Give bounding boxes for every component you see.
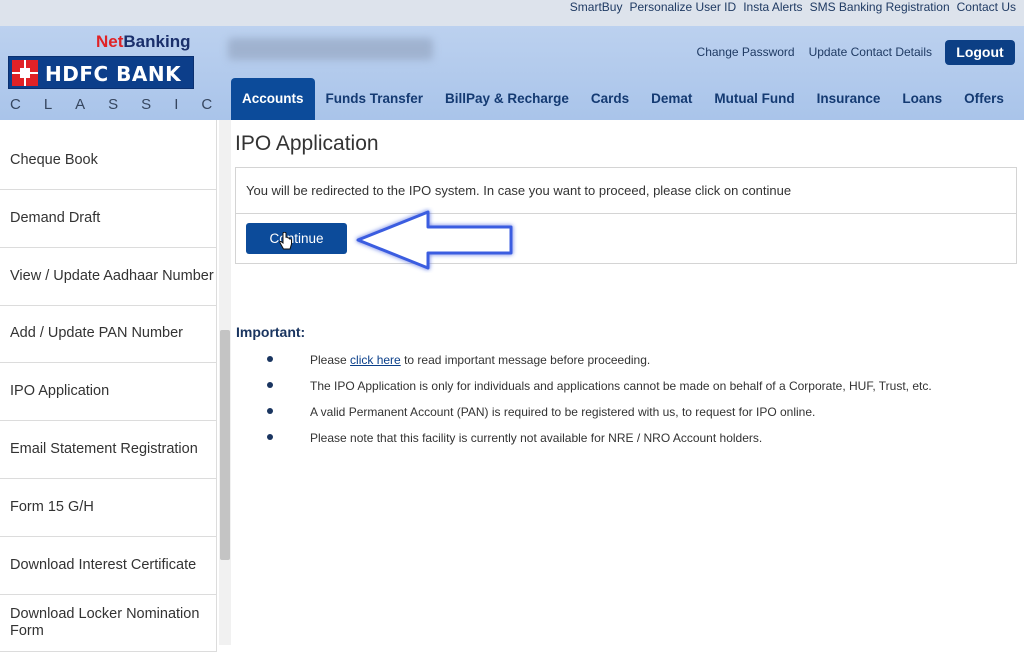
- link-insta-alerts[interactable]: Insta Alerts: [743, 0, 802, 16]
- redirect-message: You will be redirected to the IPO system…: [246, 183, 792, 198]
- note-text: A valid Permanent Account (PAN) is requi…: [310, 405, 816, 419]
- tab-offers[interactable]: Offers: [953, 78, 1015, 120]
- bullet-icon: [267, 408, 273, 414]
- tab-loans[interactable]: Loans: [891, 78, 953, 120]
- note-text: to read important message before proceed…: [404, 353, 651, 367]
- header: NetBanking HDFC BANK CLASSIC Change Pass…: [0, 26, 1024, 120]
- important-heading: Important:: [236, 324, 306, 340]
- sidebar: Cheque Book Demand Draft View / Update A…: [0, 120, 231, 652]
- sidebar-item-ipo-application[interactable]: IPO Application: [0, 363, 216, 422]
- sidebar-item-update-aadhaar[interactable]: View / Update Aadhaar Number: [0, 248, 216, 306]
- note-text: Please note that this facility is curren…: [310, 431, 763, 445]
- utility-bar: SmartBuy Personalize User ID Insta Alert…: [0, 0, 1024, 26]
- netbanking-wordmark: NetBanking: [96, 32, 191, 51]
- edition-label: CLASSIC: [10, 96, 236, 113]
- hdfc-logo-icon: [12, 60, 38, 86]
- sidebar-item-locker-nomination[interactable]: Download Locker Nomination Form: [0, 595, 216, 652]
- tab-billpay-recharge[interactable]: BillPay & Recharge: [434, 78, 580, 120]
- bullet-icon: [267, 382, 273, 388]
- sidebar-item-demand-draft[interactable]: Demand Draft: [0, 190, 216, 248]
- link-personalize-user-id[interactable]: Personalize User ID: [629, 0, 736, 16]
- change-password-link[interactable]: Change Password: [697, 45, 795, 59]
- update-contact-details-link[interactable]: Update Contact Details: [809, 45, 932, 59]
- page-title: IPO Application: [235, 132, 379, 155]
- left-arrow-icon: [356, 210, 513, 270]
- click-here-link[interactable]: click here: [350, 353, 401, 367]
- logout-button[interactable]: Logout: [945, 40, 1015, 65]
- tab-accounts[interactable]: Accounts: [231, 78, 315, 120]
- link-contact-us[interactable]: Contact Us: [957, 0, 1016, 16]
- tab-funds-transfer[interactable]: Funds Transfer: [315, 78, 435, 120]
- sidebar-list: Cheque Book Demand Draft View / Update A…: [0, 120, 217, 652]
- bank-name: HDFC BANK: [45, 62, 182, 86]
- sidebar-item-cheque-book[interactable]: Cheque Book: [0, 120, 216, 190]
- link-sms-banking-registration[interactable]: SMS Banking Registration: [810, 0, 950, 16]
- sidebar-item-form-15gh[interactable]: Form 15 G/H: [0, 479, 216, 537]
- sidebar-item-interest-certificate[interactable]: Download Interest Certificate: [0, 537, 216, 595]
- hdfc-logo[interactable]: NetBanking HDFC BANK CLASSIC: [8, 30, 212, 120]
- tab-insurance[interactable]: Insurance: [806, 78, 892, 120]
- note-text: The IPO Application is only for individu…: [310, 379, 932, 393]
- hdfc-bank-badge: HDFC BANK: [8, 56, 194, 89]
- header-links: Change Password Update Contact Details: [697, 45, 932, 59]
- blurred-customer-name: [228, 38, 433, 60]
- sidebar-item-update-pan[interactable]: Add / Update PAN Number: [0, 306, 216, 364]
- main-nav: Accounts Funds Transfer BillPay & Rechar…: [231, 78, 1015, 120]
- bullet-icon: [267, 356, 273, 362]
- main-content: IPO Application You will be redirected t…: [231, 120, 1024, 645]
- sidebar-item-email-statement[interactable]: Email Statement Registration: [0, 421, 216, 479]
- sidebar-scrollbar-thumb[interactable]: [220, 330, 230, 560]
- hand-cursor-icon: [279, 232, 292, 250]
- link-smartbuy[interactable]: SmartBuy: [570, 0, 623, 16]
- note-text: Please: [310, 353, 347, 367]
- tab-cards[interactable]: Cards: [580, 78, 640, 120]
- tab-demat[interactable]: Demat: [640, 78, 703, 120]
- utility-links: SmartBuy Personalize User ID Insta Alert…: [570, 0, 1016, 16]
- bullet-icon: [267, 434, 273, 440]
- tab-mutual-fund[interactable]: Mutual Fund: [703, 78, 805, 120]
- continue-button[interactable]: Continue: [246, 223, 347, 254]
